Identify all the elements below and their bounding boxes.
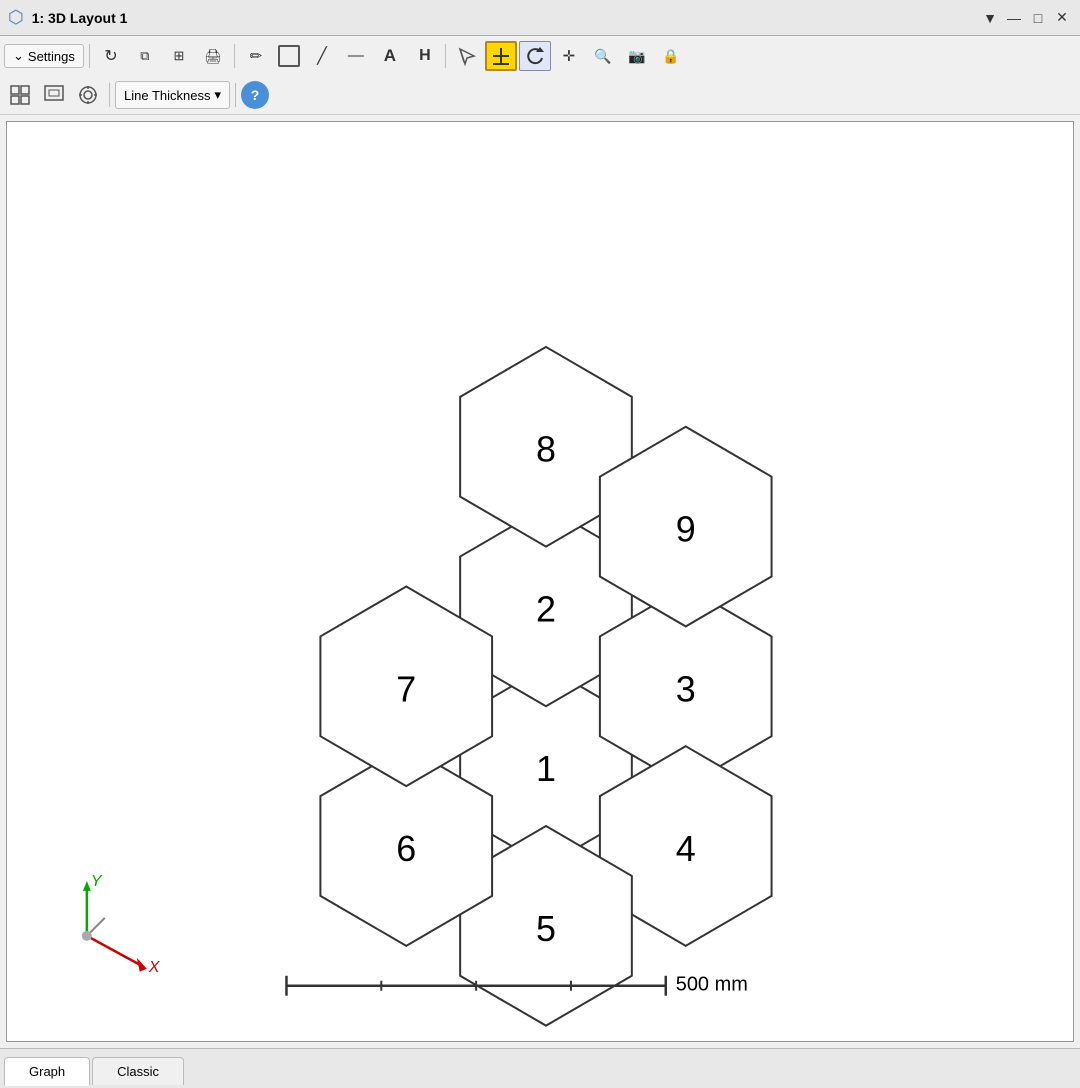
line-thickness-label: Line Thickness	[124, 88, 210, 103]
rect-button[interactable]	[278, 45, 300, 67]
refresh-button[interactable]: ↻	[95, 41, 127, 71]
text-button[interactable]: A	[374, 41, 406, 71]
pencil-button[interactable]: ✏	[240, 41, 272, 71]
target-button[interactable]	[72, 80, 104, 110]
window-controls: ▼ — □ ✕	[980, 8, 1072, 28]
hex-9-label: 9	[676, 509, 696, 550]
arrow-tool-button[interactable]	[451, 41, 483, 71]
maximize-btn[interactable]: □	[1028, 8, 1048, 28]
search-button[interactable]: 🔍	[587, 41, 619, 71]
tab-graph-label: Graph	[29, 1064, 65, 1079]
toolbar-row-2: Line Thickness ▾ ?	[0, 76, 1080, 114]
copy-button[interactable]: ⧉	[129, 41, 161, 71]
dropdown-btn[interactable]: ▼	[980, 8, 1000, 28]
title-bar: ⬡ 1: 3D Layout 1 ▼ — □ ✕	[0, 0, 1080, 36]
toolbar-container: ⌄ Settings ↻ ⧉ ⊞ 🖨 ✏ ╱ — A H ✛ 🔍 📷 🔒	[0, 36, 1080, 115]
print-button[interactable]: 🖨	[197, 41, 229, 71]
hex-1-label: 1	[536, 748, 556, 789]
separator-5	[235, 83, 236, 107]
svg-text:X: X	[148, 959, 161, 976]
move-button[interactable]: ✛	[553, 41, 585, 71]
settings-chevron-icon: ⌄	[13, 48, 24, 64]
window-title: 1: 3D Layout 1	[32, 10, 128, 26]
hline-button[interactable]: —	[340, 41, 372, 71]
tab-classic[interactable]: Classic	[92, 1057, 184, 1085]
layout-grid-button[interactable]	[4, 80, 36, 110]
line-thickness-button[interactable]: Line Thickness ▾	[115, 81, 230, 109]
axis-indicator: Y X	[82, 873, 161, 976]
hex-5-label: 5	[536, 908, 556, 949]
hex-4-label: 4	[676, 828, 696, 869]
lock-button[interactable]: 🔒	[655, 41, 687, 71]
separator-2	[234, 44, 235, 68]
separator-1	[89, 44, 90, 68]
toolbar-row-1: ⌄ Settings ↻ ⧉ ⊞ 🖨 ✏ ╱ — A H ✛ 🔍 📷 🔒	[0, 36, 1080, 76]
title-bar-left: ⬡ 1: 3D Layout 1	[8, 7, 127, 28]
hdim-button[interactable]: H	[408, 41, 440, 71]
separator-3	[445, 44, 446, 68]
canvas-area: 1 2 3 4 5 6 7 8 9 500 mm	[6, 121, 1074, 1042]
hex-2-label: 2	[536, 588, 556, 629]
line-thickness-arrow: ▾	[214, 87, 221, 103]
hex-8-label: 8	[536, 429, 556, 470]
tab-classic-label: Classic	[117, 1064, 159, 1079]
rotate-button[interactable]	[519, 41, 551, 71]
separator-4	[109, 83, 110, 107]
help-label: ?	[251, 87, 260, 103]
hex-layout-svg: 1 2 3 4 5 6 7 8 9 500 mm	[7, 122, 1073, 1041]
tab-graph[interactable]: Graph	[4, 1057, 90, 1086]
hex-3-label: 3	[676, 668, 696, 709]
app-icon: ⬡	[8, 7, 24, 28]
tab-bar: Graph Classic	[0, 1048, 1080, 1088]
settings-button[interactable]: ⌄ Settings	[4, 44, 84, 68]
svg-text:Y: Y	[91, 873, 103, 890]
grid-button[interactable]: ⊞	[163, 41, 195, 71]
line-button[interactable]: ╱	[306, 41, 338, 71]
layout-screen-button[interactable]	[38, 80, 70, 110]
hex-7-label: 7	[396, 668, 416, 709]
help-button[interactable]: ?	[241, 81, 269, 109]
close-btn[interactable]: ✕	[1052, 8, 1072, 28]
scale-label: 500 mm	[676, 974, 748, 996]
layout-active-button[interactable]	[485, 41, 517, 71]
hex-6-label: 6	[396, 828, 416, 869]
minimize-btn[interactable]: —	[1004, 8, 1024, 28]
camera-button[interactable]: 📷	[621, 41, 653, 71]
settings-label: Settings	[28, 49, 75, 64]
